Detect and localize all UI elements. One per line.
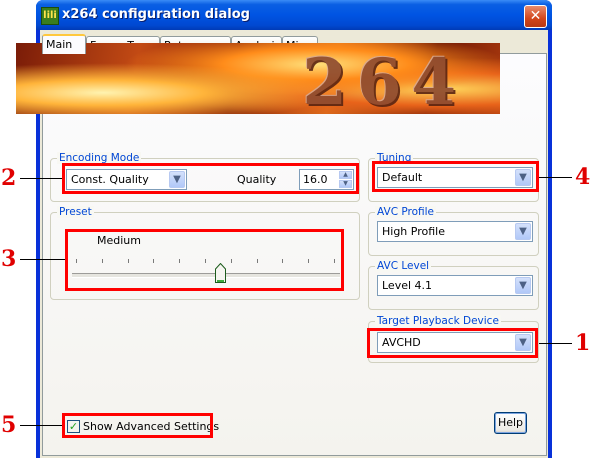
window-title: x264 configuration dialog xyxy=(62,7,250,22)
avc-profile-label: AVC Profile xyxy=(375,206,437,218)
leader-line-3 xyxy=(20,259,65,260)
callout-box-5 xyxy=(62,413,213,438)
callout-box-2 xyxy=(62,163,359,194)
callout-number-2: 2 xyxy=(1,165,17,191)
help-button[interactable]: Help xyxy=(494,412,527,434)
playback-device-label: Target Playback Device xyxy=(375,315,501,327)
leader-line-1 xyxy=(539,343,572,344)
leader-line-4 xyxy=(539,177,572,178)
callout-box-3 xyxy=(65,229,344,291)
title-bar[interactable]: lili x264 configuration dialog ✕ xyxy=(36,0,552,30)
callout-number-4: 4 xyxy=(575,164,591,190)
avc-level-label: AVC Level xyxy=(375,260,432,272)
preset-label: Preset xyxy=(57,206,94,218)
leader-line-2 xyxy=(20,178,62,179)
avc-profile-value: High Profile xyxy=(382,225,445,238)
avc-profile-combo[interactable]: High Profile ▼ xyxy=(377,221,533,242)
x264-icon: lili xyxy=(41,7,59,25)
chevron-down-icon[interactable]: ▼ xyxy=(515,223,531,240)
x264-banner: 264 xyxy=(16,43,500,114)
callout-box-4 xyxy=(372,161,539,192)
tab-main[interactable]: Main xyxy=(42,34,86,54)
close-button[interactable]: ✕ xyxy=(524,5,547,28)
chevron-down-icon[interactable]: ▼ xyxy=(515,277,531,294)
callout-number-5: 5 xyxy=(1,412,17,438)
banner-text: 264 xyxy=(302,45,466,114)
callout-number-3: 3 xyxy=(1,246,17,272)
callout-box-1 xyxy=(367,328,538,358)
avc-level-value: Level 4.1 xyxy=(382,279,433,292)
leader-line-5 xyxy=(20,425,62,426)
avc-level-combo[interactable]: Level 4.1 ▼ xyxy=(377,275,533,296)
callout-number-1: 1 xyxy=(575,330,591,356)
